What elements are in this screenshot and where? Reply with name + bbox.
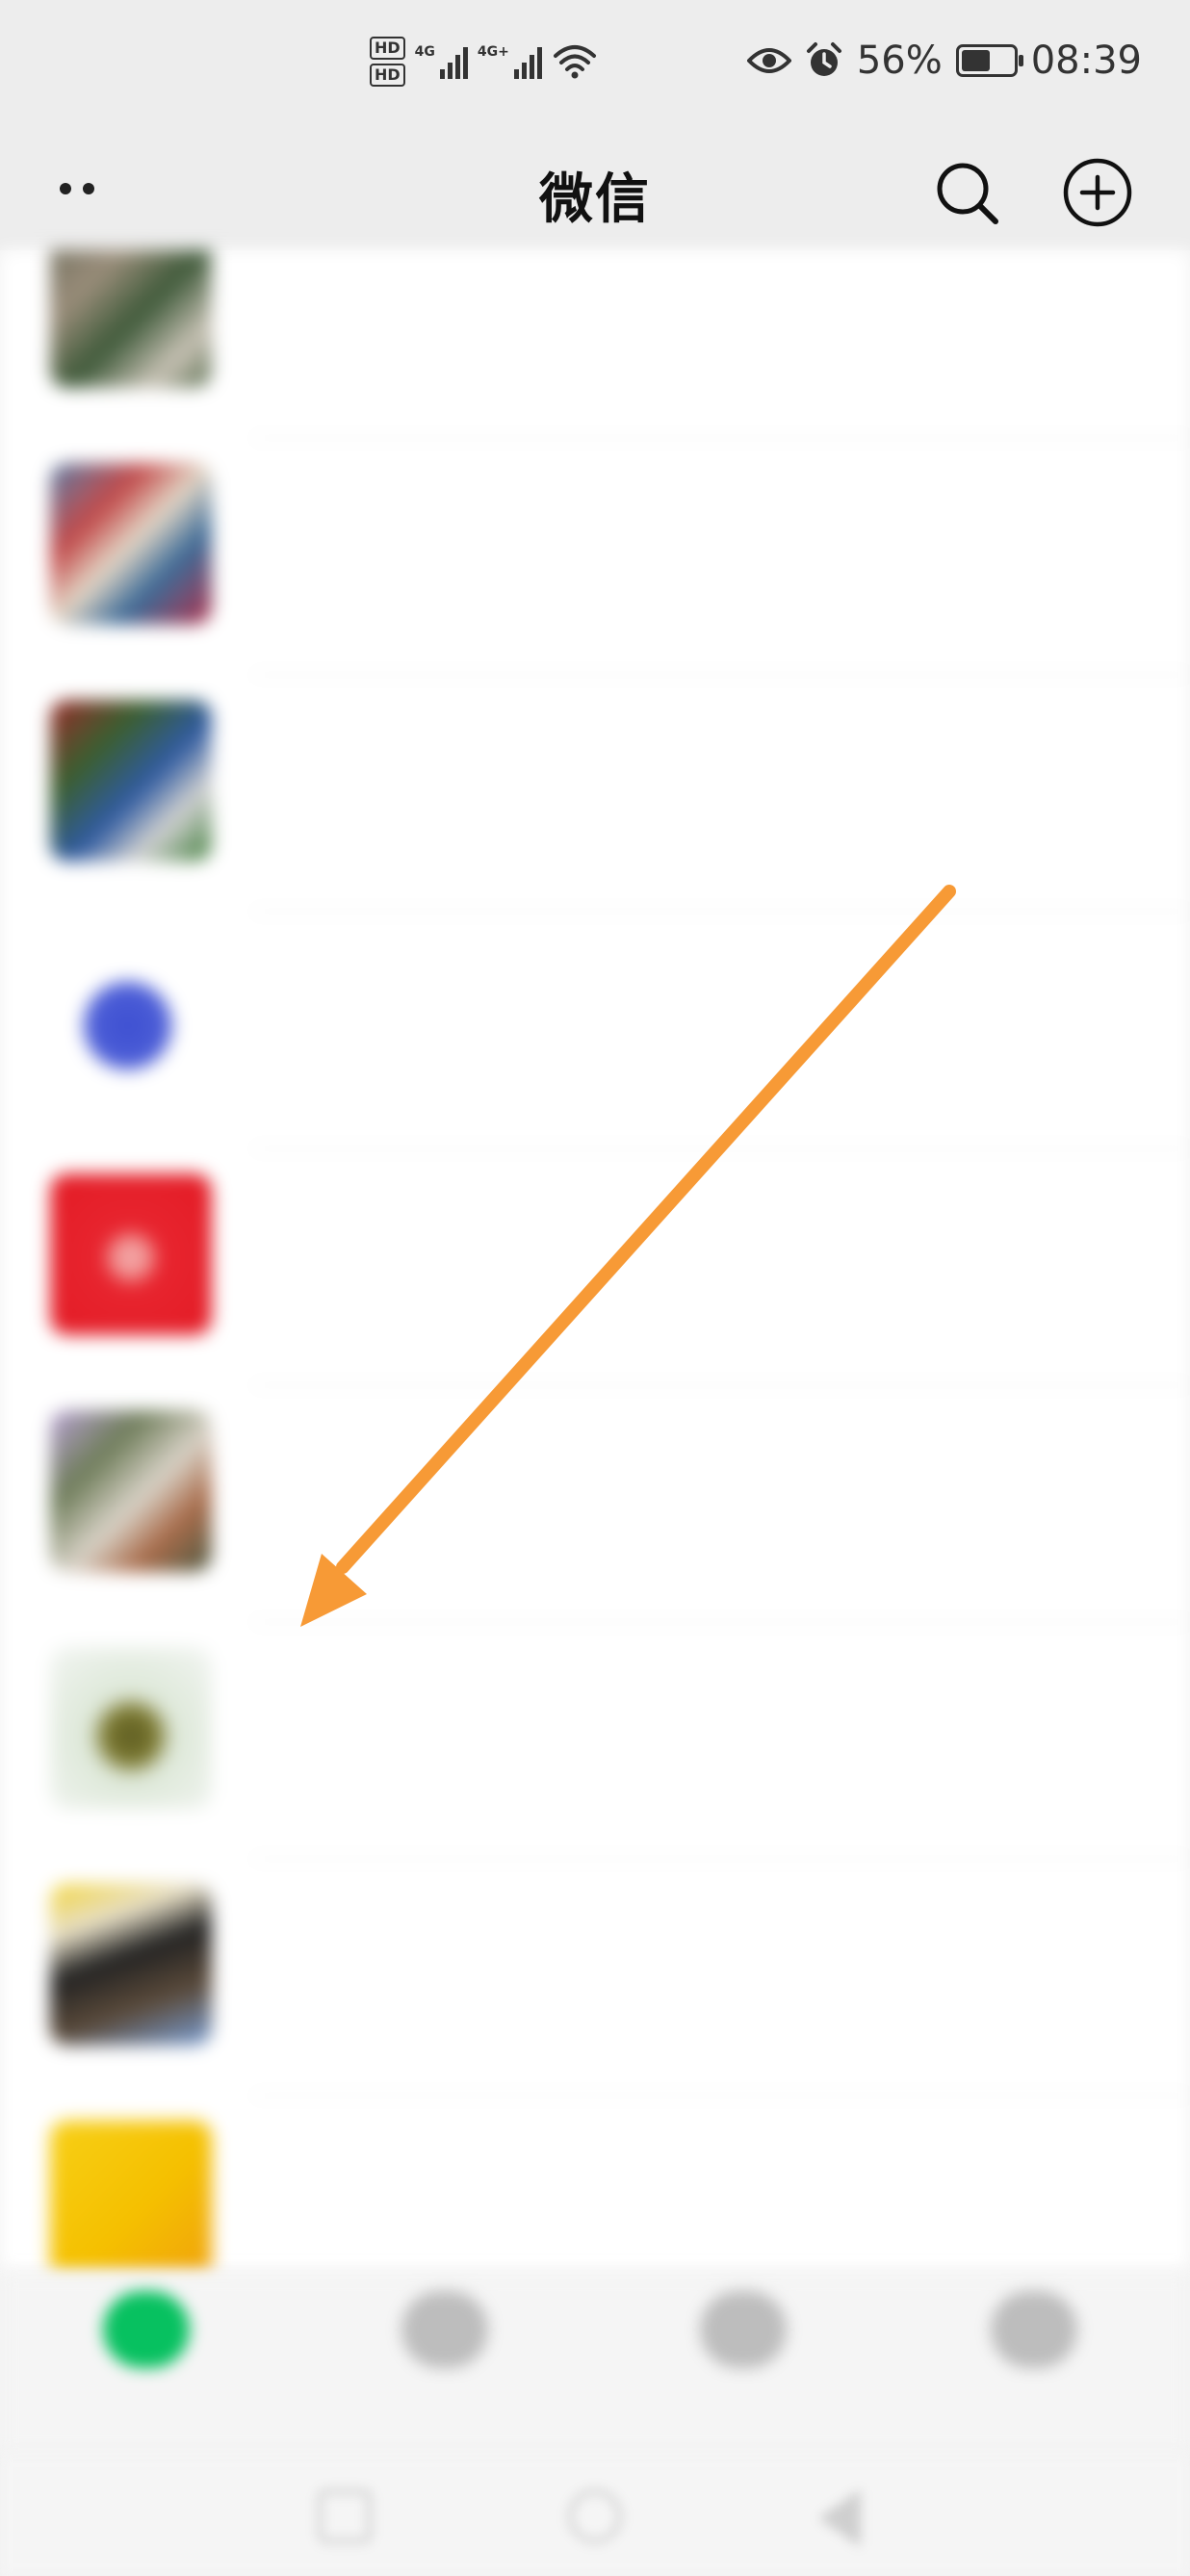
system-nav-bar	[0, 2455, 1190, 2576]
battery-icon	[955, 44, 1023, 77]
chat-item[interactable]	[0, 439, 1190, 676]
search-icon[interactable]	[930, 156, 1003, 229]
discover-icon	[700, 2291, 787, 2368]
chat-avatar	[50, 700, 212, 862]
chat-avatar	[50, 937, 212, 1098]
tab-bar	[0, 2272, 1190, 2455]
chat-item[interactable]	[0, 1386, 1190, 1623]
tab-me[interactable]	[938, 2291, 1130, 2387]
alarm-icon	[806, 42, 841, 76]
chat-avatar	[50, 2121, 212, 2272]
chat-item[interactable]	[0, 913, 1190, 1149]
battery-percent: 56%	[856, 39, 943, 83]
chat-avatar	[50, 250, 212, 388]
wechat-screen: HD HD 4G 4G+ 56% 08:39 微信	[0, 0, 1190, 2576]
chat-item[interactable]	[0, 1623, 1190, 1860]
chat-item[interactable]	[0, 1149, 1190, 1386]
chat-item[interactable]	[0, 2097, 1190, 2272]
tab-contacts[interactable]	[349, 2291, 541, 2387]
chat-item[interactable]	[0, 676, 1190, 913]
wifi-icon	[553, 45, 596, 79]
status-time: 08:39	[1030, 39, 1142, 83]
network-type-2: 4G+	[477, 44, 509, 60]
tab-discover[interactable]	[647, 2291, 840, 2387]
chats-icon	[103, 2291, 190, 2368]
add-icon[interactable]	[1061, 156, 1134, 229]
eye-icon	[746, 48, 791, 73]
hd-badge-2: HD	[370, 64, 405, 87]
hd-badges: HD HD	[370, 37, 405, 87]
chat-item[interactable]	[0, 250, 1190, 439]
battery-fill	[961, 50, 990, 71]
chat-avatar	[50, 1410, 212, 1572]
chat-item[interactable]	[0, 1860, 1190, 2097]
chat-avatar	[50, 1173, 212, 1335]
chat-avatar	[50, 1647, 212, 1809]
me-icon	[991, 2291, 1077, 2368]
chat-list	[0, 250, 1190, 2272]
hd-badge-1: HD	[370, 37, 405, 60]
contacts-icon	[401, 2291, 488, 2368]
recent-apps-icon[interactable]	[318, 2489, 372, 2543]
home-icon[interactable]	[568, 2489, 622, 2543]
page-title: 微信	[539, 168, 651, 231]
network-indicators: HD HD 4G 4G+	[370, 37, 598, 87]
signal-2-icon: 4G+	[478, 44, 542, 79]
status-bar: HD HD 4G 4G+ 56% 08:39	[0, 0, 1190, 135]
status-right: 56% 08:39	[746, 39, 1142, 83]
network-type-1: 4G	[414, 44, 435, 60]
chat-avatar	[50, 463, 212, 625]
tab-chats[interactable]	[50, 2291, 243, 2387]
back-icon[interactable]	[818, 2489, 861, 2547]
chat-avatar	[50, 1884, 212, 2046]
signal-1-icon: 4G	[415, 44, 468, 79]
